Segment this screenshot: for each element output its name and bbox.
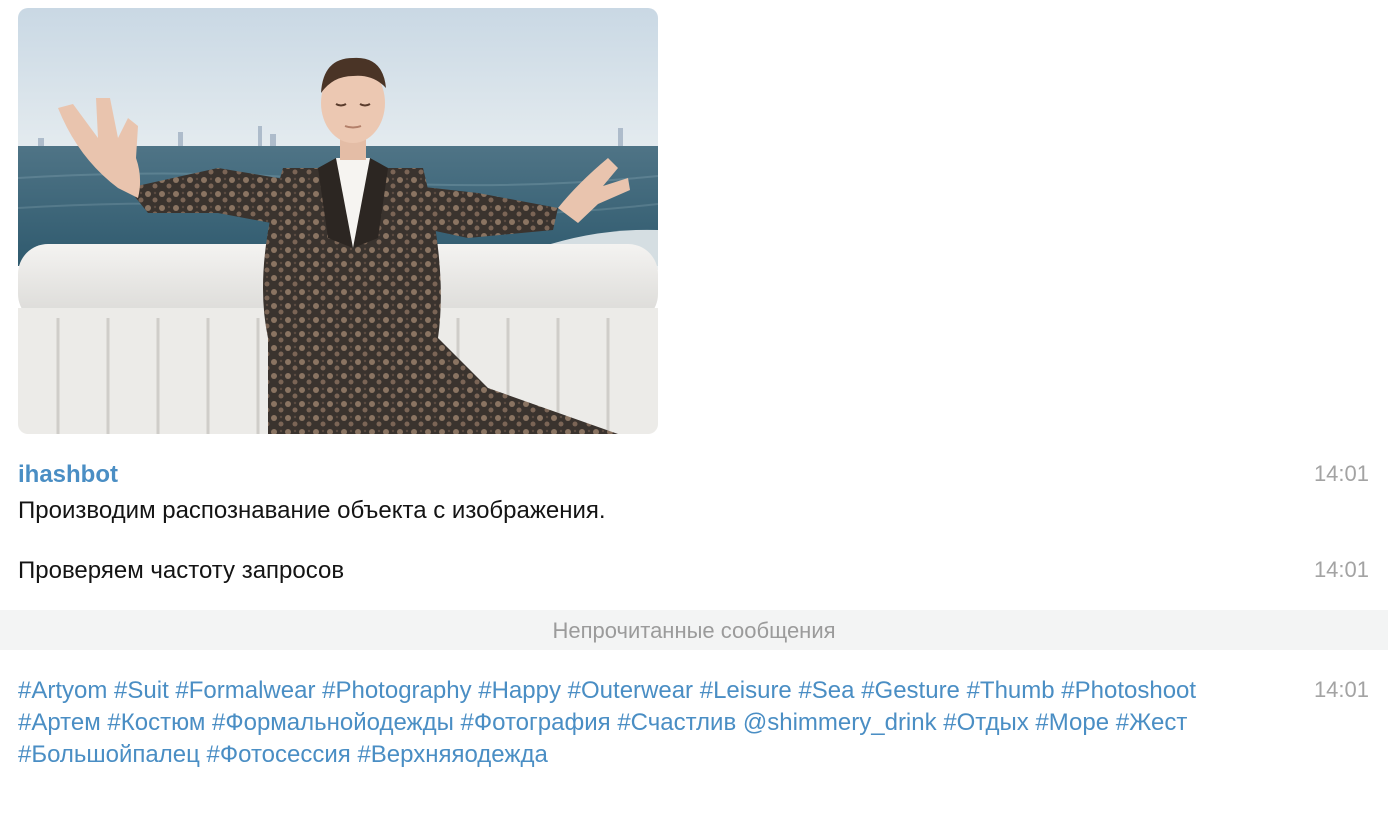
hashtag-link[interactable]: #Suit [114, 677, 169, 704]
hashtag-link[interactable]: #Жест [1116, 709, 1188, 736]
hashtag-link[interactable]: #Верхняяодежда [357, 741, 547, 768]
hashtag-link[interactable]: #Фотография [461, 709, 611, 736]
hashtag-link[interactable]: #Gesture [861, 677, 960, 704]
hashtag-link[interactable]: #Большойпалец [18, 741, 200, 768]
hashtag-link[interactable]: #Формальнойодежды [212, 709, 454, 736]
hashtag-link[interactable]: #Formalwear [175, 677, 315, 704]
message-text: Производим распознавание объекта с изобр… [18, 497, 606, 524]
hashtag-link[interactable]: #Thumb [967, 677, 1055, 704]
hashtag-link[interactable]: #Outerwear [568, 677, 693, 704]
hashtag-link[interactable]: #Отдых [943, 709, 1028, 736]
photo-illustration [18, 8, 658, 434]
hashtag-link[interactable]: #Артем [18, 709, 101, 736]
message-time: 14:01 [1313, 677, 1369, 702]
message-time: 14:01 [1313, 461, 1369, 486]
hashtag-link[interactable]: #Море [1035, 709, 1109, 736]
hashtag-link[interactable]: #Photoshoot [1061, 677, 1196, 704]
unread-messages-divider: Непрочитанные сообщения [0, 610, 1388, 650]
hashtag-link[interactable]: #Фотосессия [207, 741, 351, 768]
hashtag-link[interactable]: #Happy [478, 677, 561, 704]
sender-name[interactable]: ihashbot [18, 461, 118, 489]
message-text: Проверяем частоту запросов [18, 557, 345, 584]
hashtag-list: #Artyom #Suit #Formalwear #Photography #… [18, 675, 1258, 771]
hashtag-link[interactable]: #Костюм [107, 709, 205, 736]
mention-link[interactable]: @shimmery_drink [743, 709, 937, 736]
message-photo[interactable] [18, 8, 658, 434]
message-time: 14:01 [1313, 557, 1369, 582]
hashtag-link[interactable]: #Leisure [700, 677, 792, 704]
hashtag-link[interactable]: #Photography [322, 677, 471, 704]
hashtag-link[interactable]: #Sea [798, 677, 854, 704]
hashtag-link[interactable]: #Счастлив [617, 709, 736, 736]
hashtag-link[interactable]: #Artyom [18, 677, 107, 704]
